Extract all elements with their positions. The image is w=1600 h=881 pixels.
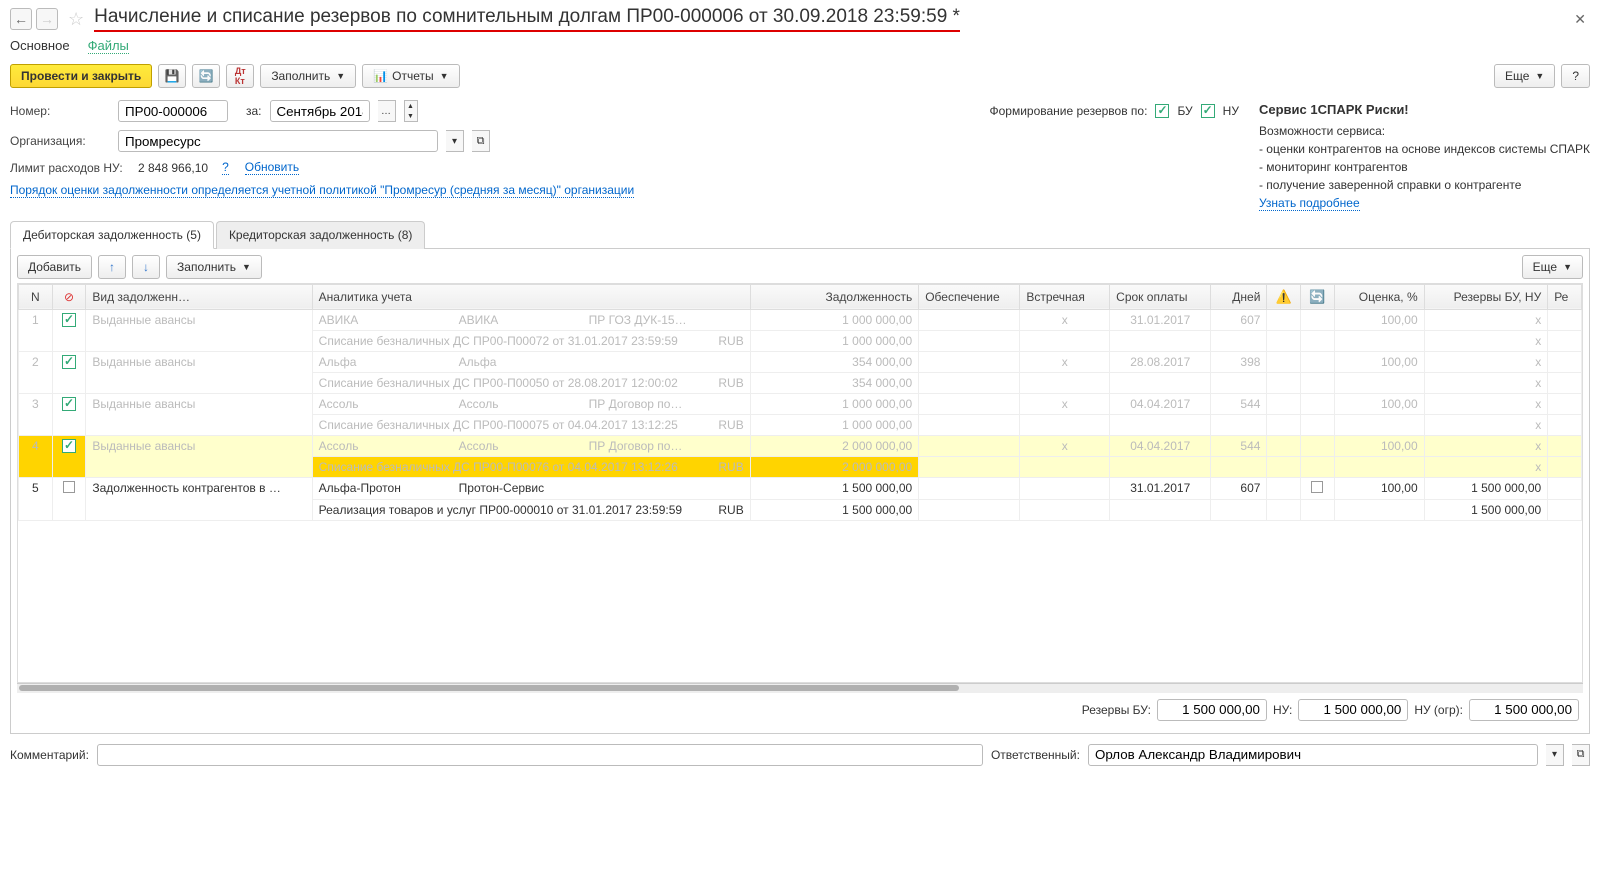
- tab-debit[interactable]: Дебиторская задолженность (5): [10, 221, 214, 249]
- resp-label: Ответственный:: [991, 748, 1080, 762]
- save-icon: [165, 69, 180, 83]
- org-dropdown[interactable]: ▾: [446, 130, 464, 152]
- table-row[interactable]: 4Выданные авансыАссольАссольПР Договор п…: [19, 435, 1582, 456]
- col-due[interactable]: Срок оплаты: [1110, 284, 1211, 309]
- for-label: за:: [246, 104, 262, 118]
- post-button[interactable]: [192, 64, 220, 88]
- warning-icon: ⚠️: [1276, 289, 1292, 304]
- period-picker[interactable]: …: [378, 100, 396, 122]
- spark-info: Сервис 1СПАРК Риски! Возможности сервиса…: [1259, 100, 1590, 212]
- help-button[interactable]: ?: [1561, 64, 1590, 88]
- resp-open[interactable]: [1572, 744, 1590, 766]
- row-checkbox[interactable]: [63, 481, 75, 493]
- table-row[interactable]: 1Выданные авансыАВИКААВИКАПР ГОЗ ДУК-15……: [19, 309, 1582, 330]
- panel-more-button[interactable]: Еще▼: [1522, 255, 1583, 279]
- resp-dropdown[interactable]: ▾: [1546, 744, 1564, 766]
- open-icon: [477, 135, 485, 148]
- dtkt-button[interactable]: ДтКт: [226, 64, 254, 88]
- reports-menu-button[interactable]: Отчеты▼: [362, 64, 459, 88]
- page-title: Начисление и списание резервов по сомнит…: [94, 6, 960, 32]
- submit-close-button[interactable]: Провести и закрыть: [10, 64, 152, 88]
- col-debt[interactable]: Задолженность: [750, 284, 918, 309]
- limit-q[interactable]: ?: [222, 160, 229, 175]
- delete-icon: ⊘: [64, 290, 74, 304]
- nu-checkbox[interactable]: [1201, 104, 1215, 118]
- col-n[interactable]: N: [19, 284, 53, 309]
- move-up-button[interactable]: [98, 255, 126, 279]
- calc-icon: 🔄: [1309, 289, 1325, 304]
- add-row-button[interactable]: Добавить: [17, 255, 92, 279]
- reserve-by-label: Формирование резервов по:: [989, 104, 1147, 118]
- close-icon[interactable]: ✕: [1570, 11, 1590, 28]
- number-field[interactable]: [118, 100, 228, 122]
- col-rate[interactable]: Оценка, %: [1334, 284, 1424, 309]
- nav-forward[interactable]: →: [36, 8, 58, 30]
- spark-title: Сервис 1СПАРК Риски!: [1259, 100, 1590, 120]
- org-label: Организация:: [10, 134, 110, 148]
- spark-more-link[interactable]: Узнать подробнее: [1259, 196, 1360, 211]
- nu-ogr-value[interactable]: [1469, 699, 1579, 721]
- bu-label: БУ: [1177, 104, 1192, 118]
- tab-files[interactable]: Файлы: [88, 38, 129, 54]
- favorite-icon[interactable]: ☆: [68, 9, 84, 30]
- row-checkbox[interactable]: [62, 313, 76, 327]
- row-checkbox[interactable]: [62, 355, 76, 369]
- col-warn[interactable]: ⚠️: [1267, 284, 1301, 309]
- period-field[interactable]: [270, 100, 370, 122]
- res-bu-label: Резервы БУ:: [1082, 703, 1151, 717]
- col-secur[interactable]: Обеспечение: [919, 284, 1020, 309]
- col-calc[interactable]: 🔄: [1301, 284, 1335, 309]
- col-type[interactable]: Вид задолженн…: [86, 284, 312, 309]
- bu-checkbox[interactable]: [1155, 104, 1169, 118]
- row-checkbox[interactable]: [62, 439, 76, 453]
- row-checkbox[interactable]: [62, 397, 76, 411]
- tab-main[interactable]: Основное: [10, 38, 70, 54]
- h-scrollbar[interactable]: [17, 683, 1583, 693]
- limit-value: 2 848 966,10: [138, 161, 208, 175]
- report-icon: [373, 69, 388, 83]
- col-anal[interactable]: Аналитика учета: [312, 284, 750, 309]
- comment-field[interactable]: [97, 744, 983, 766]
- org-open[interactable]: [472, 130, 490, 152]
- dtkt-icon: ДтКт: [235, 66, 246, 86]
- nu-label: НУ: [1223, 104, 1239, 118]
- nu-label: НУ:: [1273, 703, 1292, 717]
- tab-credit[interactable]: Кредиторская задолженность (8): [216, 221, 425, 249]
- arrow-up-icon: [109, 260, 115, 274]
- arrow-down-icon: [143, 260, 149, 274]
- debt-table[interactable]: N ⊘ Вид задолженн… Аналитика учета Задол…: [17, 283, 1583, 683]
- open-icon: [1577, 748, 1585, 761]
- more-button[interactable]: Еще▼: [1494, 64, 1555, 88]
- policy-link[interactable]: Порядок оценки задолженности определяетс…: [10, 183, 634, 198]
- col-ext[interactable]: Ре: [1548, 284, 1582, 309]
- col-reserve[interactable]: Резервы БУ, НУ: [1424, 284, 1548, 309]
- nav-back[interactable]: ←: [10, 8, 32, 30]
- save-button[interactable]: [158, 64, 186, 88]
- limit-label: Лимит расходов НУ:: [10, 161, 130, 175]
- org-field[interactable]: [118, 130, 438, 152]
- warn-checkbox[interactable]: [1311, 481, 1323, 493]
- col-days[interactable]: Дней: [1211, 284, 1267, 309]
- table-row[interactable]: 5Задолженность контрагентов в …Альфа-Про…: [19, 477, 1582, 499]
- col-del[interactable]: ⊘: [52, 284, 86, 309]
- move-down-button[interactable]: [132, 255, 160, 279]
- resp-field[interactable]: [1088, 744, 1538, 766]
- comment-label: Комментарий:: [10, 748, 89, 762]
- nu-ogr-label: НУ (огр):: [1414, 703, 1463, 717]
- refresh-link[interactable]: Обновить: [245, 160, 299, 175]
- table-row[interactable]: 3Выданные авансыАссольАссольПР Договор п…: [19, 393, 1582, 414]
- post-icon: [199, 69, 214, 83]
- col-counter[interactable]: Встречная: [1020, 284, 1110, 309]
- res-bu-value[interactable]: [1157, 699, 1267, 721]
- nu-value[interactable]: [1298, 699, 1408, 721]
- panel-fill-button[interactable]: Заполнить▼: [166, 255, 262, 279]
- period-spinner[interactable]: ▲▼: [404, 100, 418, 122]
- table-row[interactable]: 2Выданные авансыАльфаАльфа354 000,00x28.…: [19, 351, 1582, 372]
- number-label: Номер:: [10, 104, 110, 118]
- fill-menu-button[interactable]: Заполнить▼: [260, 64, 356, 88]
